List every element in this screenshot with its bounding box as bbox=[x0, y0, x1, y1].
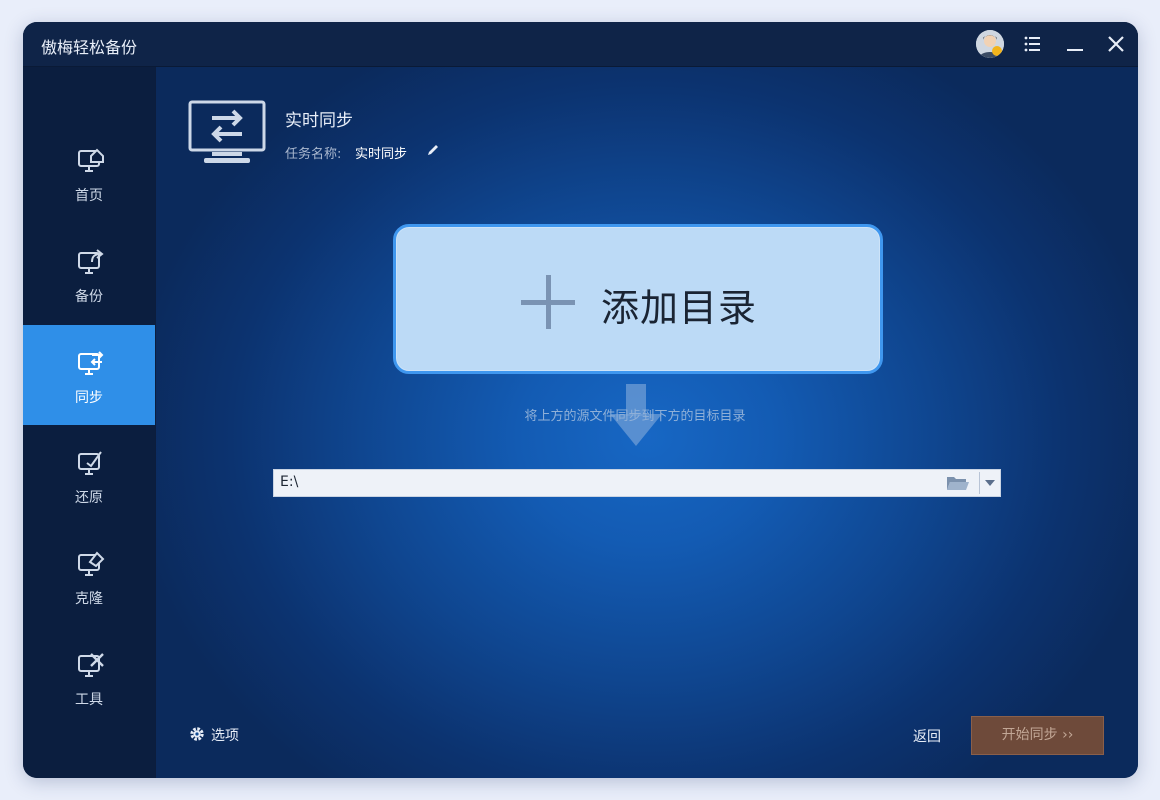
sidebar-item-label: 备份 bbox=[75, 289, 103, 305]
sync-hint-text: 将上方的源文件同步到下方的目标目录 bbox=[524, 409, 746, 424]
close-icon[interactable] bbox=[1103, 31, 1129, 57]
destination-path-input[interactable]: E:\ bbox=[273, 469, 1001, 497]
menu-icon[interactable] bbox=[1020, 31, 1046, 57]
home-monitor-icon bbox=[76, 147, 106, 175]
sidebar-item-label: 克隆 bbox=[75, 591, 103, 607]
dropdown-separator bbox=[979, 472, 980, 494]
sidebar-item-label: 工具 bbox=[75, 692, 103, 708]
backup-monitor-icon bbox=[76, 248, 106, 276]
chevron-down-icon[interactable] bbox=[985, 480, 995, 486]
plus-icon bbox=[521, 275, 575, 329]
clone-monitor-icon bbox=[76, 550, 106, 578]
sync-task-icon bbox=[188, 100, 268, 166]
sidebar-item-clone[interactable]: 克隆 bbox=[23, 526, 155, 626]
sync-monitor-icon bbox=[76, 349, 106, 377]
tools-monitor-icon bbox=[76, 651, 106, 679]
start-sync-button[interactable]: 开始同步 ›› bbox=[971, 716, 1104, 755]
add-directory-label: 添加目录 bbox=[601, 286, 758, 330]
restore-monitor-icon bbox=[76, 449, 106, 477]
sidebar-item-sync[interactable]: 同步 bbox=[23, 325, 155, 425]
title-bar: 傲梅轻松备份 bbox=[23, 22, 1138, 67]
sidebar-item-label: 同步 bbox=[75, 390, 103, 406]
sidebar-item-restore[interactable]: 还原 bbox=[23, 425, 155, 525]
task-name-label: 任务名称: bbox=[285, 147, 342, 162]
edit-pencil-icon[interactable] bbox=[426, 142, 440, 156]
sidebar-item-label: 还原 bbox=[75, 490, 103, 506]
minimize-icon[interactable] bbox=[1062, 31, 1088, 57]
sidebar-item-tools[interactable]: 工具 bbox=[23, 627, 155, 727]
sidebar-item-backup[interactable]: 备份 bbox=[23, 224, 155, 324]
task-name-value: 实时同步 bbox=[355, 147, 408, 162]
folder-open-icon[interactable] bbox=[946, 474, 970, 492]
sidebar-item-label: 首页 bbox=[75, 188, 103, 204]
back-button[interactable]: 返回 bbox=[913, 726, 941, 746]
app-window: 傲梅轻松备份 首页 备份 同步 还原 克隆 工具 实时同步 任务名称: 实时同步… bbox=[23, 22, 1138, 778]
app-title: 傲梅轻松备份 bbox=[41, 38, 138, 57]
options-label: 选项 bbox=[211, 728, 239, 744]
sidebar: 首页 备份 同步 还原 克隆 工具 bbox=[23, 67, 155, 778]
task-title: 实时同步 bbox=[285, 111, 353, 131]
gear-icon bbox=[189, 726, 205, 742]
user-avatar-icon[interactable] bbox=[976, 30, 1004, 58]
sidebar-item-home[interactable]: 首页 bbox=[23, 123, 155, 223]
destination-path-value: E:\ bbox=[280, 474, 299, 490]
add-directory-button[interactable]: 添加目录 bbox=[393, 224, 883, 374]
